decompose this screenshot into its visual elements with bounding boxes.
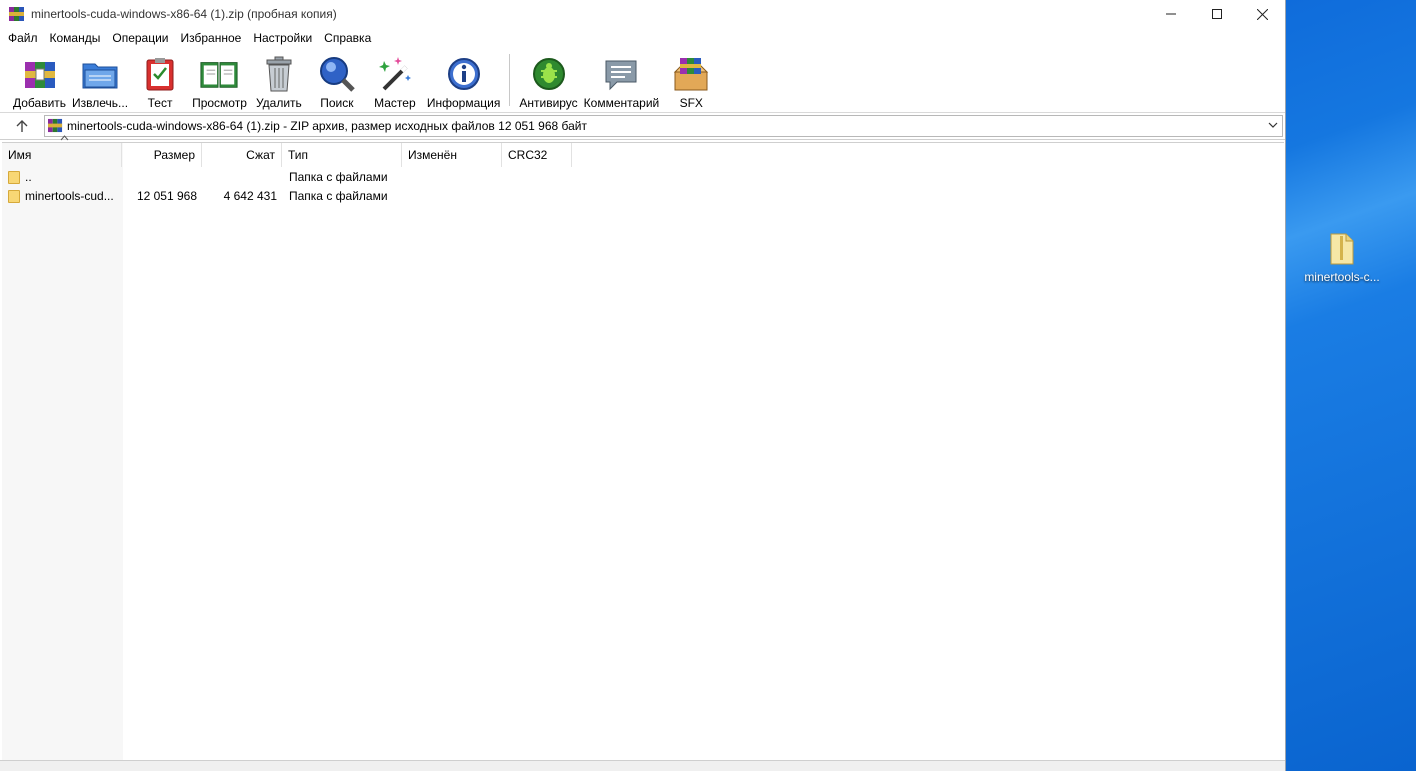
file-list: Имя Размер Сжат Тип Изменён CRC32 .. Пап… bbox=[2, 135, 1284, 761]
add-button[interactable]: Добавить bbox=[10, 48, 69, 110]
menu-favorites[interactable]: Избранное bbox=[175, 28, 248, 48]
antivirus-label: Антивирус bbox=[519, 96, 578, 110]
zip-file-icon bbox=[1329, 232, 1355, 266]
antivirus-bug-icon bbox=[529, 54, 569, 94]
comment-label: Комментарий bbox=[583, 96, 660, 110]
menu-help[interactable]: Справка bbox=[318, 28, 377, 48]
extract-button[interactable]: Извлечь... bbox=[69, 48, 131, 110]
header-name-label: Имя bbox=[8, 148, 32, 162]
folder-icon bbox=[8, 171, 20, 184]
maximize-button[interactable] bbox=[1194, 0, 1240, 28]
window-title: minertools-cuda-windows-x86-64 (1).zip (… bbox=[31, 7, 337, 21]
winrar-app-icon bbox=[9, 6, 25, 25]
archive-path-combobox[interactable]: minertools-cuda-windows-x86-64 (1).zip -… bbox=[44, 115, 1283, 137]
chevron-down-icon[interactable] bbox=[1268, 119, 1278, 133]
header-packed-label: Сжат bbox=[246, 148, 275, 162]
toolbar: Добавить Извлечь... Тест Просмотр Удалит… bbox=[0, 48, 1285, 113]
extract-label: Извлечь... bbox=[72, 96, 129, 110]
close-button[interactable] bbox=[1239, 0, 1285, 28]
up-folder-button[interactable] bbox=[0, 113, 44, 139]
info-button[interactable]: Информация bbox=[424, 48, 503, 110]
address-bar: minertools-cuda-windows-x86-64 (1).zip -… bbox=[0, 113, 1285, 140]
comment-button[interactable]: Комментарий bbox=[581, 48, 663, 110]
antivirus-button[interactable]: Антивирус bbox=[516, 48, 580, 110]
test-button[interactable]: Тест bbox=[131, 48, 189, 110]
header-modified-label: Изменён bbox=[408, 148, 457, 162]
table-row-folder[interactable]: minertools-cud... 12 051 968 4 642 431 П… bbox=[2, 187, 1284, 206]
menu-bar: Файл Команды Операции Избранное Настройк… bbox=[0, 28, 1285, 48]
view-book-icon bbox=[199, 54, 239, 94]
comment-bubble-icon bbox=[601, 54, 641, 94]
maximize-icon bbox=[1212, 9, 1222, 19]
row-size: 12 051 968 bbox=[136, 189, 197, 203]
header-size-label: Размер bbox=[153, 148, 195, 162]
view-label: Просмотр bbox=[192, 96, 247, 110]
desktop-file-icon[interactable]: minertools-c... bbox=[1300, 228, 1384, 284]
add-label: Добавить bbox=[13, 96, 67, 110]
sort-ascending-icon bbox=[60, 135, 69, 141]
toolbar-separator bbox=[509, 54, 511, 106]
header-type[interactable]: Тип bbox=[282, 143, 402, 167]
magnifier-icon bbox=[317, 54, 357, 94]
close-icon bbox=[1256, 8, 1268, 20]
test-label: Тест bbox=[147, 96, 173, 110]
winrar-window: minertools-cuda-windows-x86-64 (1).zip (… bbox=[0, 0, 1286, 771]
magic-wand-icon bbox=[375, 54, 415, 94]
row-name: .. bbox=[25, 170, 32, 184]
delete-button[interactable]: Удалить bbox=[250, 48, 308, 110]
wizard-label: Мастер bbox=[374, 96, 416, 110]
desktop-icon-label: minertools-c... bbox=[1304, 270, 1380, 284]
header-packed[interactable]: Сжат bbox=[202, 143, 282, 167]
trash-icon bbox=[259, 54, 299, 94]
header-modified[interactable]: Изменён bbox=[402, 143, 502, 167]
header-crc[interactable]: CRC32 bbox=[502, 143, 572, 167]
menu-commands[interactable]: Команды bbox=[44, 28, 107, 48]
name-column-background bbox=[2, 143, 123, 761]
header-size[interactable]: Размер bbox=[122, 143, 202, 167]
header-type-label: Тип bbox=[288, 148, 309, 162]
sfx-button[interactable]: SFX bbox=[662, 48, 720, 110]
row-packed: 4 642 431 bbox=[223, 189, 277, 203]
header-name[interactable]: Имя bbox=[2, 135, 122, 167]
sfx-label: SFX bbox=[679, 96, 703, 110]
header-crc-label: CRC32 bbox=[508, 148, 548, 162]
minimize-button[interactable] bbox=[1148, 0, 1194, 28]
row-type: Папка с файлами bbox=[289, 170, 388, 184]
info-label: Информация bbox=[426, 96, 501, 110]
title-bar: minertools-cuda-windows-x86-64 (1).zip (… bbox=[0, 0, 1285, 28]
info-icon bbox=[444, 54, 484, 94]
arrow-up-icon bbox=[16, 120, 28, 132]
find-label: Поиск bbox=[320, 96, 354, 110]
sfx-box-icon bbox=[671, 54, 711, 94]
test-clipboard-icon bbox=[140, 54, 180, 94]
archive-path-text: minertools-cuda-windows-x86-64 (1).zip -… bbox=[67, 119, 588, 133]
view-button[interactable]: Просмотр bbox=[189, 48, 250, 110]
menu-file[interactable]: Файл bbox=[2, 28, 44, 48]
menu-settings[interactable]: Настройки bbox=[247, 28, 318, 48]
wizard-button[interactable]: Мастер bbox=[366, 48, 424, 110]
folder-icon bbox=[8, 190, 20, 203]
table-row-parent[interactable]: .. Папка с файлами bbox=[2, 168, 1284, 187]
column-headers: Имя Размер Сжат Тип Изменён CRC32 bbox=[2, 135, 1284, 167]
extract-folder-icon bbox=[80, 54, 120, 94]
status-bar bbox=[0, 760, 1285, 771]
row-type: Папка с файлами bbox=[289, 189, 388, 203]
minimize-icon bbox=[1166, 13, 1176, 15]
winrar-archive-icon bbox=[48, 118, 63, 136]
row-name: minertools-cud... bbox=[25, 189, 114, 203]
delete-label: Удалить bbox=[255, 96, 302, 110]
menu-operations[interactable]: Операции bbox=[106, 28, 174, 48]
add-archive-icon bbox=[20, 54, 60, 94]
find-button[interactable]: Поиск bbox=[308, 48, 366, 110]
